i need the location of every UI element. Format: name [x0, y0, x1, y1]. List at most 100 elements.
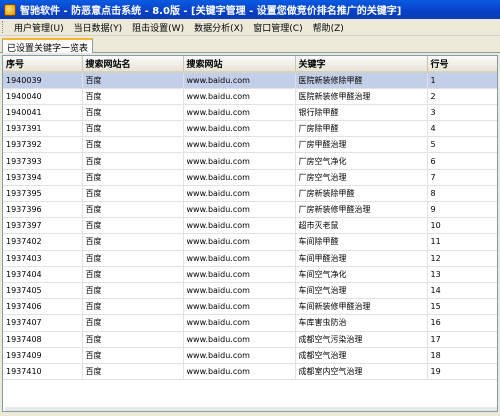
cell-row-number: 16: [427, 314, 497, 332]
cell-keyword: 成都空气污染治理: [295, 331, 428, 348]
tab-keyword-list[interactable]: 已设置关键字一览表: [2, 38, 94, 54]
cell-site-name: 百度: [82, 185, 184, 203]
table-row[interactable]: 1937397 百度 www.baidu.com 超市灭老鼠 10: [3, 217, 497, 235]
cell-id: 1937391: [3, 120, 83, 138]
cell-site-url: www.baidu.com: [183, 347, 296, 364]
cell-keyword: 厂房除甲醛: [295, 120, 428, 138]
cell-row-number: 11: [427, 233, 497, 251]
cell-row-number: 8: [427, 185, 497, 203]
cell-keyword: 车间新装修甲醛治理: [295, 298, 428, 316]
cell-keyword: 医院新装修除甲醛: [295, 72, 428, 89]
cell-id: 1937395: [3, 185, 83, 203]
cell-row-number: 3: [427, 104, 497, 122]
cell-site-name: 百度: [82, 104, 184, 122]
cell-site-url: www.baidu.com: [183, 282, 296, 300]
cell-row-number: 1: [427, 72, 497, 89]
cell-id: 1937403: [3, 250, 83, 267]
cell-row-number: 10: [427, 217, 497, 235]
cell-site-name: 百度: [82, 250, 184, 267]
table-row[interactable]: 1937408 百度 www.baidu.com 成都空气污染治理 17: [3, 331, 497, 348]
cell-id: 1937406: [3, 298, 83, 316]
cell-keyword: 车间空气治理: [295, 282, 428, 300]
cell-id: 1937408: [3, 331, 83, 348]
cell-keyword: 厂房空气净化: [295, 152, 428, 170]
horizontal-scrollbar[interactable]: [5, 407, 497, 411]
cell-keyword: 车间除甲醛: [295, 233, 428, 251]
table-row[interactable]: 1937394 百度 www.baidu.com 厂房空气治理 7: [3, 169, 497, 186]
cell-site-name: 百度: [82, 233, 184, 251]
menu-help[interactable]: 帮助(Z): [308, 21, 349, 34]
cell-row-number: 14: [427, 282, 497, 300]
column-header-row-number[interactable]: 行号: [427, 56, 497, 73]
cell-keyword: 成都空气治理: [295, 347, 428, 364]
cell-site-url: www.baidu.com: [183, 250, 296, 267]
table-row[interactable]: 1937406 百度 www.baidu.com 车间新装修甲醛治理 15: [3, 298, 497, 316]
cell-site-name: 百度: [82, 266, 184, 283]
menu-block-settings[interactable]: 阻击设置(W): [127, 21, 189, 34]
title-bar: 智驰软件 - 防恶意点击系统 - 8.0版 - [关键字管理 - 设置您做竞价排…: [0, 0, 500, 19]
cell-site-name: 百度: [82, 298, 184, 316]
cell-keyword: 医院新装修甲醛治理: [295, 88, 428, 105]
cell-site-url: www.baidu.com: [183, 298, 296, 316]
cell-id: 1937392: [3, 136, 83, 154]
column-header-id[interactable]: 序号: [3, 56, 83, 73]
menu-window-management[interactable]: 窗口管理(C): [248, 21, 307, 34]
table-row[interactable]: 1937391 百度 www.baidu.com 厂房除甲醛 4: [3, 120, 497, 138]
cell-site-url: www.baidu.com: [183, 266, 296, 283]
cell-row-number: 9: [427, 201, 497, 219]
table-row[interactable]: 1937404 百度 www.baidu.com 车间空气净化 13: [3, 266, 497, 283]
cell-site-name: 百度: [82, 136, 184, 154]
table-row[interactable]: 1937393 百度 www.baidu.com 厂房空气净化 6: [3, 152, 497, 170]
cell-keyword: 厂房空气治理: [295, 169, 428, 186]
menu-user-management[interactable]: 用户管理(U): [9, 21, 69, 34]
cell-row-number: 6: [427, 152, 497, 170]
cell-site-name: 百度: [82, 282, 184, 300]
app-icon: [4, 3, 16, 16]
window-title: 智驰软件 - 防恶意点击系统 - 8.0版 - [关键字管理 - 设置您做竞价排…: [20, 6, 402, 17]
cell-id: 1937394: [3, 169, 83, 186]
table-row[interactable]: 1940039 百度 www.baidu.com 医院新装修除甲醛 1: [3, 72, 497, 89]
cell-site-name: 百度: [82, 331, 184, 348]
cell-row-number: 4: [427, 120, 497, 138]
cell-site-url: www.baidu.com: [183, 233, 296, 251]
table-row[interactable]: 1937403 百度 www.baidu.com 车间甲醛治理 12: [3, 250, 497, 267]
column-header-site-name[interactable]: 搜索网站名: [82, 56, 184, 73]
table-row[interactable]: 1940041 百度 www.baidu.com 银行除甲醛 3: [3, 104, 497, 122]
cell-site-name: 百度: [82, 152, 184, 170]
cell-row-number: 18: [427, 347, 497, 364]
cell-keyword: 银行除甲醛: [295, 104, 428, 122]
table-row[interactable]: 1937410 百度 www.baidu.com 成都室内空气治理 19: [3, 363, 497, 381]
table-row[interactable]: 1940040 百度 www.baidu.com 医院新装修甲醛治理 2: [3, 88, 497, 105]
table-row[interactable]: 1937396 百度 www.baidu.com 厂房新装修甲醛治理 9: [3, 201, 497, 219]
cell-row-number: 15: [427, 298, 497, 316]
cell-id: 1937410: [3, 363, 83, 381]
cell-keyword: 厂房新装除甲醛: [295, 185, 428, 203]
cell-id: 1937396: [3, 201, 83, 219]
table-row[interactable]: 1937409 百度 www.baidu.com 成都空气治理 18: [3, 347, 497, 364]
cell-site-name: 百度: [82, 363, 184, 381]
table-row[interactable]: 1937392 百度 www.baidu.com 厂房甲醛治理 5: [3, 136, 497, 154]
column-header-keyword[interactable]: 关键字: [295, 56, 428, 73]
cell-site-url: www.baidu.com: [183, 104, 296, 122]
cell-keyword: 车间空气净化: [295, 266, 428, 283]
menu-today-data[interactable]: 当日数据(Y): [69, 21, 128, 34]
menu-data-analysis[interactable]: 数据分析(X): [189, 21, 248, 34]
keyword-table: 序号 搜索网站名 搜索网站 关键字 行号 1940039 百度 www.baidu.…: [3, 56, 497, 381]
table-row[interactable]: 1937405 百度 www.baidu.com 车间空气治理 14: [3, 282, 497, 300]
cell-id: 1937407: [3, 314, 83, 332]
keyword-grid[interactable]: 序号 搜索网站名 搜索网站 关键字 行号 1940039 百度 www.baidu.…: [2, 55, 498, 412]
cell-row-number: 2: [427, 88, 497, 105]
cell-site-name: 百度: [82, 314, 184, 332]
cell-site-url: www.baidu.com: [183, 217, 296, 235]
column-header-site-url[interactable]: 搜索网站: [183, 56, 296, 73]
cell-site-name: 百度: [82, 201, 184, 219]
cell-row-number: 17: [427, 331, 497, 348]
menu-bar: 用户管理(U) 当日数据(Y) 阻击设置(W) 数据分析(X) 窗口管理(C) …: [0, 19, 500, 36]
table-row[interactable]: 1937395 百度 www.baidu.com 厂房新装除甲醛 8: [3, 185, 497, 203]
cell-site-url: www.baidu.com: [183, 136, 296, 154]
cell-site-name: 百度: [82, 347, 184, 364]
table-row[interactable]: 1937407 百度 www.baidu.com 车库害虫防治 16: [3, 314, 497, 332]
menu-grip-handle[interactable]: [2, 21, 6, 33]
table-row[interactable]: 1937402 百度 www.baidu.com 车间除甲醛 11: [3, 233, 497, 251]
cell-keyword: 车间甲醛治理: [295, 250, 428, 267]
